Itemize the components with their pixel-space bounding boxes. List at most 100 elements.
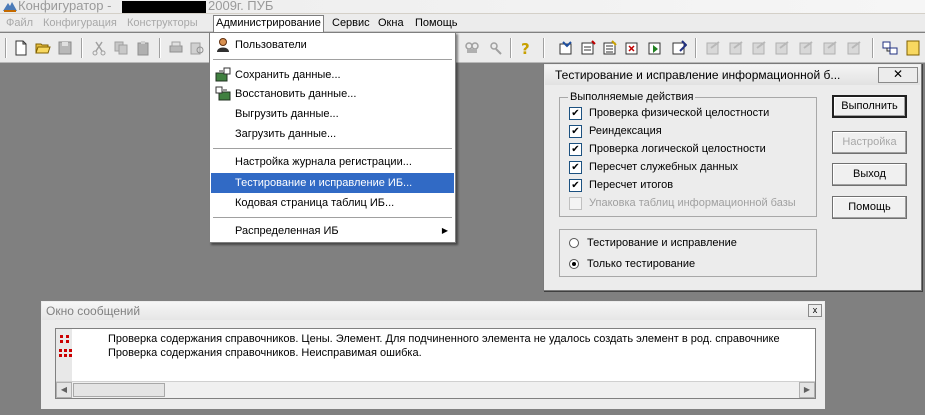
messages-window: Окно сообщений x Проверка содержания спр… [40,300,826,410]
menu-file[interactable]: Файл [4,16,35,30]
menu-administration[interactable]: Администрирование [213,15,324,32]
menu-item-label: Тестирование и исправление ИБ... [235,177,413,189]
menu-item-distributed-ib[interactable]: Распределенная ИБ ▶ [211,221,454,241]
menu-item-import-data[interactable]: Загрузить данные... [211,124,454,144]
scroll-left-button[interactable]: ◀ [56,382,72,398]
dialog-title-bar[interactable]: Тестирование и исправление информационно… [545,65,920,85]
menu-item-users[interactable]: Пользователи [211,35,454,55]
toolbar-separator [159,38,161,58]
dialog-title: Тестирование и исправление информационно… [555,68,841,82]
scroll-thumb[interactable] [73,383,165,397]
messages-title: Окно сообщений [46,304,141,318]
administration-menu: Пользователи Сохранить данные... Восстан… [209,32,456,243]
radio-label: Только тестирование [587,258,696,270]
checkbox[interactable]: ✔ [569,125,582,138]
menu-windows[interactable]: Окна [376,16,406,30]
disabled-tool-icon[interactable] [728,40,744,56]
replace-icon[interactable] [488,40,504,56]
svg-text:?: ? [521,40,530,56]
menu-help[interactable]: Помощь [413,16,460,30]
menu-item-code-page[interactable]: Кодовая страница таблиц ИБ... [211,193,454,213]
message-text: Проверка содержания справочников. Цены. … [108,333,780,345]
open-folder-icon[interactable] [35,40,51,56]
disabled-tool-icon[interactable] [774,40,790,56]
run-icon[interactable] [647,40,663,56]
dialog-close-button[interactable]: ✕ [878,67,918,83]
menu-constructors[interactable]: Конструкторы [125,16,200,30]
checkbox[interactable]: ✔ [569,179,582,192]
restore-data-icon [215,86,231,101]
dialog-help-button[interactable]: Помощь [832,196,907,219]
disabled-tool-icon[interactable] [822,40,838,56]
app-title-bar: Конфигуратор - 2009г. ПУБ [0,0,925,14]
debugger-icon[interactable] [624,40,640,56]
copy-icon[interactable] [113,40,129,56]
window-icon[interactable] [882,40,898,56]
form-edit-icon[interactable] [602,40,618,56]
settings-button: Настройка [832,131,907,154]
stop-icon[interactable] [671,40,687,56]
check-label: Проверка физической целостности [589,107,770,119]
users-icon [217,38,229,52]
module-edit-icon[interactable] [580,40,596,56]
tips-icon[interactable] [905,40,921,56]
menu-item-restore-data[interactable]: Восстановить данные... [211,84,454,104]
check-label: Проверка логической целостности [589,143,766,155]
toolbar-separator [872,38,874,58]
messages-horizontal-scrollbar[interactable]: ◀ ▶ [56,381,815,398]
main-toolbar: ? [0,33,925,63]
menu-item-label: Восстановить данные... [235,88,357,100]
print-icon[interactable] [168,40,184,56]
exit-button[interactable]: Выход [832,163,907,186]
syntax-check-icon[interactable] [558,40,574,56]
disabled-tool-icon[interactable] [798,40,814,56]
messages-close-button[interactable]: x [808,304,822,317]
messages-list[interactable]: Проверка содержания справочников. Цены. … [55,328,816,399]
cut-icon[interactable] [91,40,107,56]
disabled-tool-icon[interactable] [705,40,721,56]
checkbox[interactable]: ✔ [569,143,582,156]
menu-item-label: Сохранить данные... [235,69,341,81]
menu-item-label: Пользователи [235,39,307,51]
menu-item-log-settings[interactable]: Настройка журнала регистрации... [211,152,454,172]
menu-configuration[interactable]: Конфигурация [41,16,119,30]
save-icon[interactable] [57,40,73,56]
disabled-tool-icon[interactable] [751,40,767,56]
menu-item-label: Кодовая страница таблиц ИБ... [235,197,395,209]
warning-icon [60,335,69,343]
help-icon[interactable]: ? [517,40,533,56]
check-label: Пересчет итогов [589,179,674,191]
checkbox-disabled [569,197,582,210]
menu-service[interactable]: Сервис [330,16,372,30]
paste-icon[interactable] [135,40,151,56]
find-icon[interactable] [464,40,480,56]
disabled-tool-icon[interactable] [846,40,862,56]
menu-item-export-data[interactable]: Выгрузить данные... [211,104,454,124]
toolbar-separator [695,38,697,58]
toolbar-separator [543,38,545,58]
new-document-icon[interactable] [13,40,29,56]
execute-button[interactable]: Выполнить [832,95,907,118]
title-redaction-bar [122,1,206,13]
radio-button[interactable] [569,238,579,248]
radio-button-checked[interactable] [569,259,579,269]
message-text: Проверка содержания справочников. Неиспр… [108,347,422,359]
menu-item-label: Выгрузить данные... [235,108,339,120]
check-label: Упаковка таблиц информационной базы [589,197,796,209]
checkbox[interactable]: ✔ [569,161,582,174]
checkbox[interactable]: ✔ [569,107,582,120]
check-label: Пересчет служебных данных [589,161,739,173]
menu-item-test-repair[interactable]: Тестирование и исправление ИБ... [211,173,454,193]
scroll-right-button[interactable]: ▶ [799,382,815,398]
print-preview-icon[interactable] [189,40,205,56]
messages-title-bar[interactable]: Окно сообщений x [42,302,824,320]
toolbar-separator [510,38,512,58]
menu-item-label: Распределенная ИБ [235,225,339,237]
check-label: Реиндексация [589,125,662,137]
menu-item-save-data[interactable]: Сохранить данные... [211,65,454,85]
submenu-arrow-icon: ▶ [441,226,448,235]
app-title-suffix: 2009г. ПУБ [208,0,274,13]
test-repair-dialog: Тестирование и исправление информационно… [543,63,922,291]
toolbar-grip[interactable] [5,38,7,58]
error-icon [59,349,72,357]
